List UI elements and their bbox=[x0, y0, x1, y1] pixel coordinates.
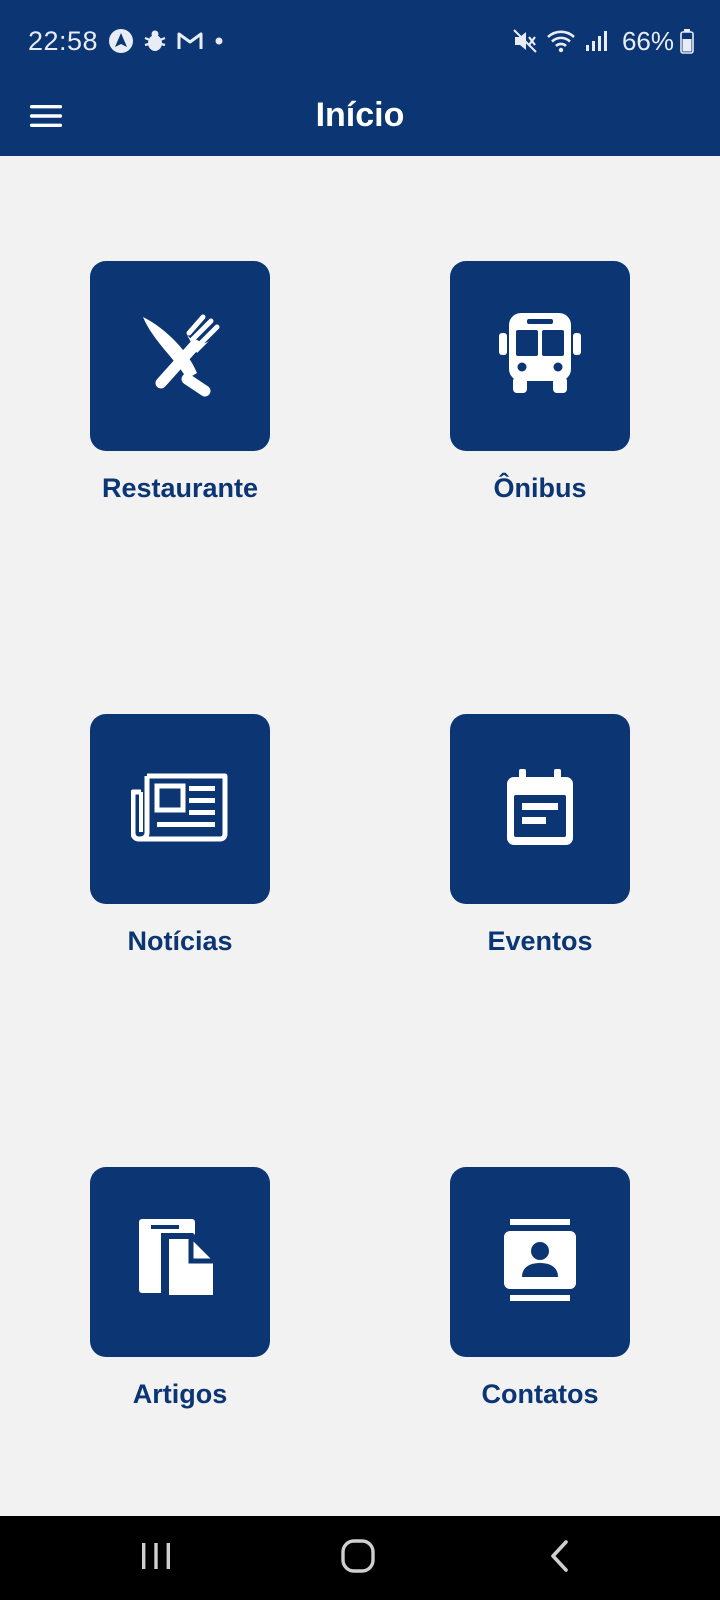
status-time: 22:58 bbox=[28, 25, 99, 56]
tile-noticias[interactable]: Notícias bbox=[60, 714, 300, 957]
tile-label: Restaurante bbox=[101, 473, 259, 503]
status-right: 66% bbox=[512, 24, 694, 58]
utensils-icon bbox=[137, 311, 223, 402]
battery-percentage: 66% bbox=[621, 25, 674, 56]
tile-icon-box bbox=[90, 714, 270, 904]
calendar-icon bbox=[504, 767, 576, 852]
mute-icon bbox=[512, 28, 538, 54]
wifi-icon bbox=[546, 28, 576, 54]
signal-icon bbox=[584, 29, 608, 53]
tile-icon-box bbox=[450, 714, 630, 904]
bug-icon bbox=[142, 28, 168, 54]
back-button[interactable] bbox=[530, 1534, 590, 1582]
tile-label: Notícias bbox=[127, 926, 233, 956]
tile-artigos[interactable]: Artigos bbox=[60, 1167, 300, 1410]
documents-icon bbox=[137, 1217, 223, 1308]
app-bar: Início bbox=[0, 80, 720, 156]
tile-eventos[interactable]: Eventos bbox=[420, 714, 660, 957]
dot-icon bbox=[212, 34, 226, 48]
tile-icon-box bbox=[90, 1167, 270, 1357]
tile-label: Ônibus bbox=[493, 473, 587, 503]
tile-icon-box bbox=[90, 261, 270, 451]
status-bar: 22:58 66% bbox=[0, 0, 720, 80]
tile-label: Eventos bbox=[487, 926, 593, 956]
tile-restaurante[interactable]: Restaurante bbox=[60, 261, 300, 504]
battery-icon bbox=[680, 28, 694, 54]
tile-label: Artigos bbox=[132, 1379, 228, 1409]
status-left: 22:58 bbox=[28, 24, 234, 58]
page-title: Início bbox=[315, 96, 405, 134]
contacts-icon bbox=[502, 1217, 578, 1308]
back-icon bbox=[548, 1539, 572, 1578]
tile-label: Contatos bbox=[481, 1379, 599, 1409]
tile-icon-box bbox=[450, 1167, 630, 1357]
home-icon bbox=[340, 1538, 376, 1579]
bus-icon bbox=[497, 311, 583, 402]
tile-contatos[interactable]: Contatos bbox=[420, 1167, 660, 1410]
newspaper-icon bbox=[130, 772, 229, 847]
location-arrow-icon bbox=[108, 28, 134, 54]
recents-icon bbox=[139, 1541, 173, 1576]
tile-onibus[interactable]: Ônibus bbox=[420, 261, 660, 504]
navigation-bar bbox=[0, 1516, 720, 1600]
gmail-icon bbox=[176, 29, 204, 53]
recents-button[interactable] bbox=[126, 1534, 186, 1582]
tile-icon-box bbox=[450, 261, 630, 451]
home-button[interactable] bbox=[328, 1534, 388, 1582]
